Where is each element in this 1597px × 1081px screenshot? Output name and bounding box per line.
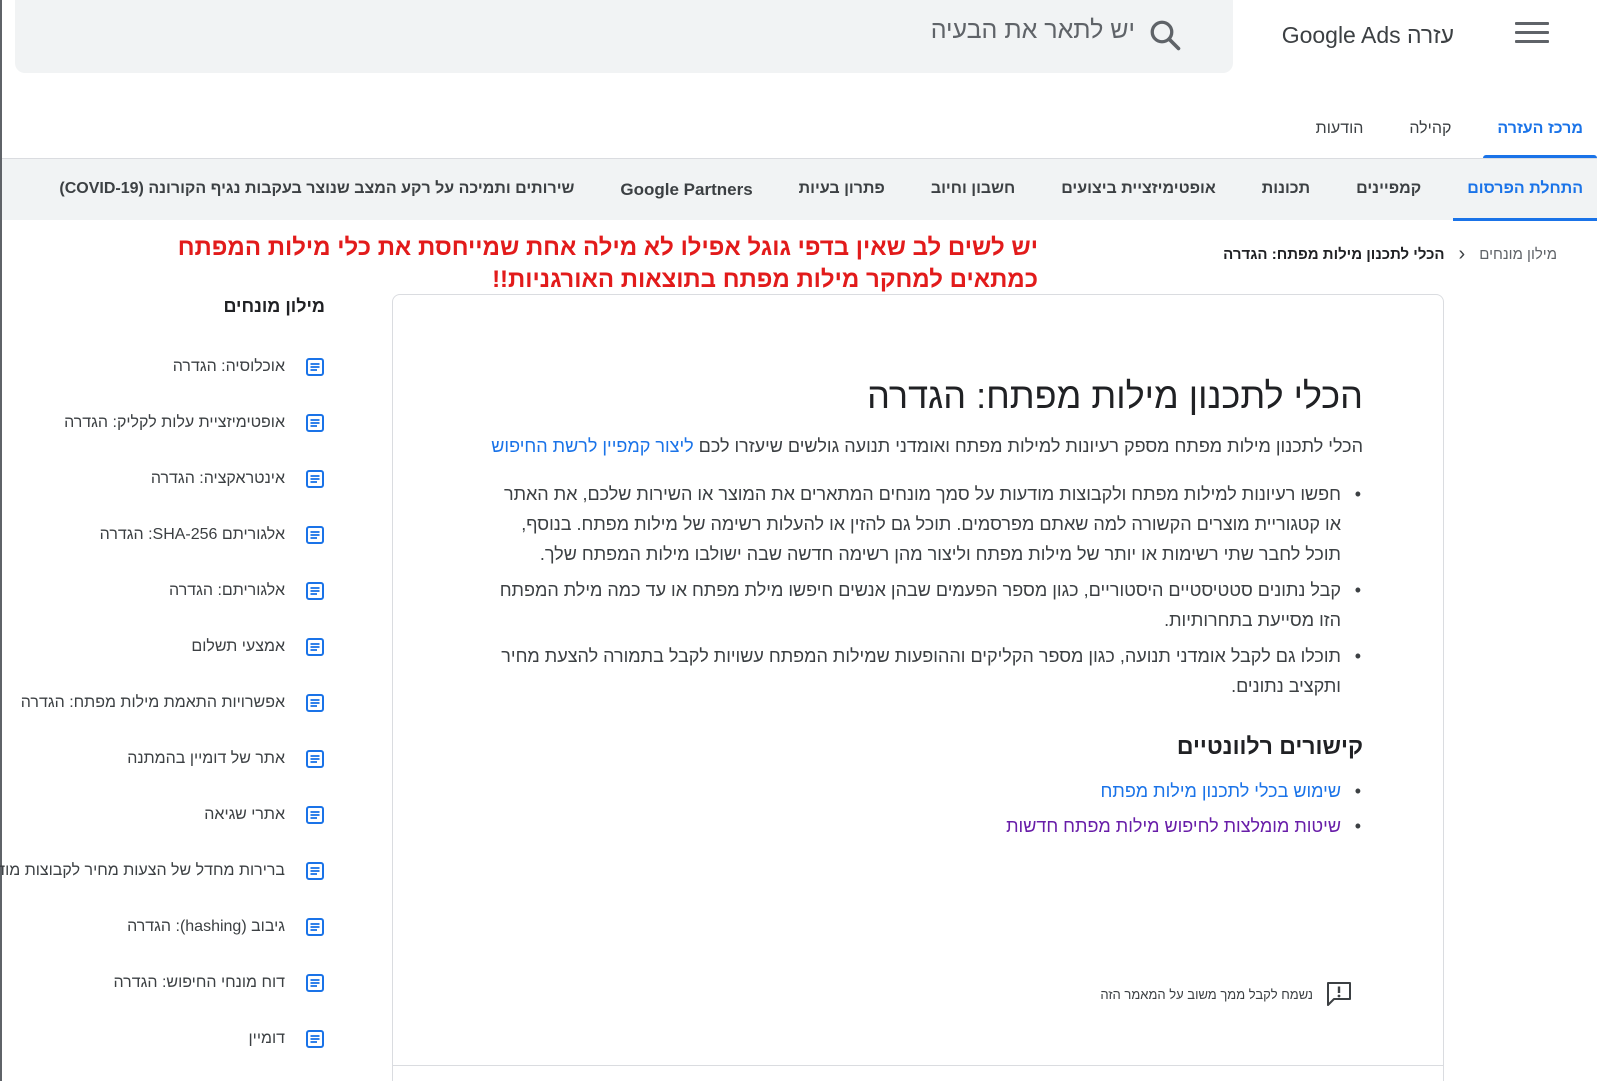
category-nav: התחלת הפרסום קמפיינים תכונות אופטימיזציית ב… [2, 158, 1597, 221]
glossary-item-label: אינטראקציה: הגדרה [150, 470, 285, 487]
glossary-item[interactable]: אלגוריתם SHA-256: הגדרה [0, 507, 325, 563]
related-links-title: קישורים רלוונטיים [1176, 733, 1363, 759]
glossary-item[interactable]: ברירות מחדל של הצעות מחיר לקבוצות מודעות [0, 843, 325, 899]
document-icon [305, 469, 325, 489]
feedback-text: נשמח לקבל ממך משוב על המאמר הזה [1100, 986, 1313, 1002]
divider [393, 1065, 1443, 1066]
feature-list-item: קבל נתונים סטטיסטיים היסטוריים, כגון מספ… [483, 575, 1361, 635]
glossary-item-label: אוכלוסיה: הגדרה [172, 358, 285, 375]
glossary-item-label: גיבוב (hashing): הגדרה [127, 918, 285, 935]
glossary-item-label: אפשרויות התאמת מילות מפתח: הגדרה [20, 694, 285, 711]
feature-list: חפשו רעיונות למילות מפתח ולקבוצות מודעות… [483, 479, 1361, 701]
glossary-item[interactable]: אלגוריתם: הגדרה [0, 563, 325, 619]
related-link-item: שימוש בכלי לתכנון מילות מפתח [483, 774, 1361, 809]
glossary-item[interactable]: אופטימיזציית עלות לקליק: הגדרה [0, 395, 325, 451]
search-icon[interactable] [1147, 17, 1183, 53]
glossary-item[interactable]: דומיין [0, 1011, 325, 1067]
hamburger-menu-icon[interactable] [1515, 22, 1549, 48]
glossary-item-label: דוח מונחי החיפוש: הגדרה [113, 974, 285, 991]
intro-text: הכלי לתכנון מילות מפתח מספק רעיונות למיל… [693, 436, 1363, 456]
document-icon [305, 861, 325, 881]
related-link-item: שיטות מומלצות לחיפוש מילות מפתח חדשות [483, 809, 1361, 844]
feedback-prompt[interactable]: נשמח לקבל ממך משוב על המאמר הזה [1100, 981, 1353, 1007]
glossary-item[interactable]: אוכלוסיה: הגדרה [0, 339, 325, 395]
article-card: הכלי לתכנון מילות מפתח: הגדרה הכלי לתכנו… [392, 294, 1444, 1081]
document-icon [305, 805, 325, 825]
document-icon [305, 413, 325, 433]
document-icon [305, 749, 325, 769]
feedback-icon [1327, 982, 1351, 1006]
glossary-item-label: אופטימיזציית עלות לקליק: הגדרה [64, 414, 285, 431]
glossary-item-label: אמצעי תשלום [191, 638, 285, 655]
breadcrumb: מילון מונחים ‹ הכלי לתכנון מילות מפתח: ה… [1223, 243, 1557, 266]
document-icon [305, 693, 325, 713]
glossary-item-label: אתרי שגיאה [204, 806, 285, 823]
chevron-left-icon: ‹ [1458, 243, 1466, 265]
glossary-item[interactable]: גיבוב (hashing): הגדרה [0, 899, 325, 955]
glossary-item[interactable]: אמצעי תשלום [0, 619, 325, 675]
category-nav-item[interactable]: התחלת הפרסום [1453, 159, 1597, 221]
red-annotation-text: יש לשים לב שאין בדפי גוגל אפילו לא מילה … [177, 234, 1038, 293]
glossary-item-label: ברירות מחדל של הצעות מחיר לקבוצות מודעות [0, 862, 285, 879]
category-nav-item[interactable]: קמפיינים [1342, 159, 1435, 221]
document-icon [305, 973, 325, 993]
related-link[interactable]: שיטות מומלצות לחיפוש מילות מפתח חדשות [1006, 816, 1341, 836]
document-icon [305, 357, 325, 377]
article-intro: הכלי לתכנון מילות מפתח מספק רעיונות למיל… [483, 431, 1363, 461]
glossary-item[interactable]: אתרי שגיאה [0, 787, 325, 843]
tab-0[interactable]: מרכז העזרה [1483, 110, 1597, 158]
document-icon [305, 525, 325, 545]
glossary-item-label: אתר של דומיין בהמתנה [127, 750, 285, 767]
category-nav-item[interactable]: חשבון וחיוב [917, 159, 1029, 221]
glossary-item-label: אלגוריתם SHA-256: הגדרה [99, 526, 285, 543]
breadcrumb-root-link[interactable]: מילון מונחים [1479, 246, 1557, 263]
document-icon [305, 917, 325, 937]
glossary-list: אוכלוסיה: הגדרה אופטימיזציית עלות לקליק: … [0, 339, 325, 1067]
document-icon [305, 1029, 325, 1049]
category-nav-item[interactable]: Google Partners [606, 159, 766, 221]
search-input[interactable]: יש לתאר את הבעיה [931, 16, 1135, 45]
feature-list-item: חפשו רעיונות למילות מפתח ולקבוצות מודעות… [483, 479, 1361, 569]
glossary-item-label: דומיין [248, 1030, 285, 1047]
tab-1[interactable]: קהילה [1395, 110, 1465, 158]
related-links-list: שימוש בכלי לתכנון מילות מפתח שיטות מומלצו… [483, 774, 1361, 844]
category-nav-item[interactable]: שירותים ותמיכה על רקע המצב שנוצר בעקבות … [45, 159, 588, 221]
search-bar[interactable]: יש לתאר את הבעיה [15, 0, 1233, 73]
glossary-item[interactable]: דוח מונחי החיפוש: הגדרה [0, 955, 325, 1011]
feature-list-item: תוכלו גם לקבל אומדני תנועה, כגון מספר הק… [483, 641, 1361, 701]
category-nav-item[interactable]: תכונות [1248, 159, 1324, 221]
article-title: הכלי לתכנון מילות מפתח: הגדרה [867, 375, 1363, 416]
create-search-campaign-link[interactable]: ליצור קמפיין לרשת החיפוש [491, 436, 693, 456]
top-tabs: מרכז העזרה קהילה הודעות [1284, 110, 1597, 158]
category-nav-item[interactable]: פתרון בעיות [785, 159, 899, 221]
glossary-item[interactable]: אינטראקציה: הגדרה [0, 451, 325, 507]
tab-2[interactable]: הודעות [1302, 110, 1378, 158]
document-icon [305, 637, 325, 657]
document-icon [305, 581, 325, 601]
app-title[interactable]: עזרה Google Ads [1282, 22, 1454, 49]
category-nav-item[interactable]: אופטימיזציית ביצועים [1047, 159, 1230, 221]
glossary-sidebar: מילון מונחים אוכלוסיה: הגדרה אופטימיזציית… [0, 296, 325, 1067]
related-link[interactable]: שימוש בכלי לתכנון מילות מפתח [1101, 781, 1341, 801]
breadcrumb-current: הכלי לתכנון מילות מפתח: הגדרה [1223, 246, 1445, 263]
glossary-item[interactable]: אתר של דומיין בהמתנה [0, 731, 325, 787]
glossary-item[interactable]: אפשרויות התאמת מילות מפתח: הגדרה [0, 675, 325, 731]
glossary-item-label: אלגוריתם: הגדרה [169, 582, 285, 599]
glossary-title: מילון מונחים [223, 296, 325, 316]
